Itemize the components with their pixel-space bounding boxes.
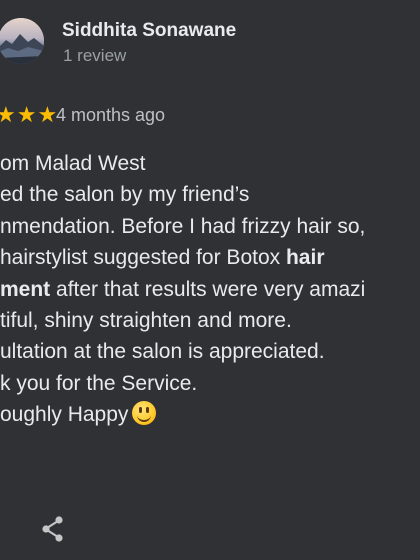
star-icon: ★ bbox=[0, 102, 16, 127]
review-line-text: after that results were very amazi bbox=[50, 277, 366, 301]
review-line: ultation at the salon is appreciated. bbox=[0, 340, 325, 364]
share-button[interactable] bbox=[38, 514, 68, 544]
star-icon: ★ bbox=[37, 102, 58, 127]
review-count: 1 review bbox=[63, 46, 127, 65]
review-line: om Malad West bbox=[0, 152, 146, 175]
star-rating: ★ ★ ★ bbox=[0, 104, 57, 126]
mountain-landscape-photo bbox=[0, 18, 44, 64]
review-line: hairstylist suggested for Botox hair bbox=[0, 242, 420, 273]
review-line: ment after that results were very amazi bbox=[0, 274, 420, 305]
review-line: ed the salon by my friend’s bbox=[0, 183, 250, 207]
review-time: 4 months ago bbox=[56, 105, 166, 125]
review-line: tiful, shiny straighten and more. bbox=[0, 308, 292, 332]
avatar[interactable] bbox=[0, 18, 44, 64]
review-line-text: hairstylist suggested for Botox bbox=[0, 246, 286, 270]
review-line: oughly Happy bbox=[0, 399, 420, 430]
share-icon bbox=[42, 516, 63, 542]
grinning-face-emoji bbox=[132, 401, 157, 426]
review-text: om Malad West ed the salon by my friend’… bbox=[0, 148, 420, 431]
author-name[interactable]: Siddhita Sonawane bbox=[62, 20, 236, 42]
review-line-text: oughly Happy bbox=[0, 403, 129, 427]
star-icon: ★ bbox=[16, 102, 37, 127]
review-line: k you for the Service. bbox=[0, 371, 198, 395]
review-line: nmendation. Before I had frizzy hair so, bbox=[0, 214, 366, 238]
highlighted-keyword: ment bbox=[0, 277, 51, 301]
highlighted-keyword: hair bbox=[285, 246, 325, 270]
